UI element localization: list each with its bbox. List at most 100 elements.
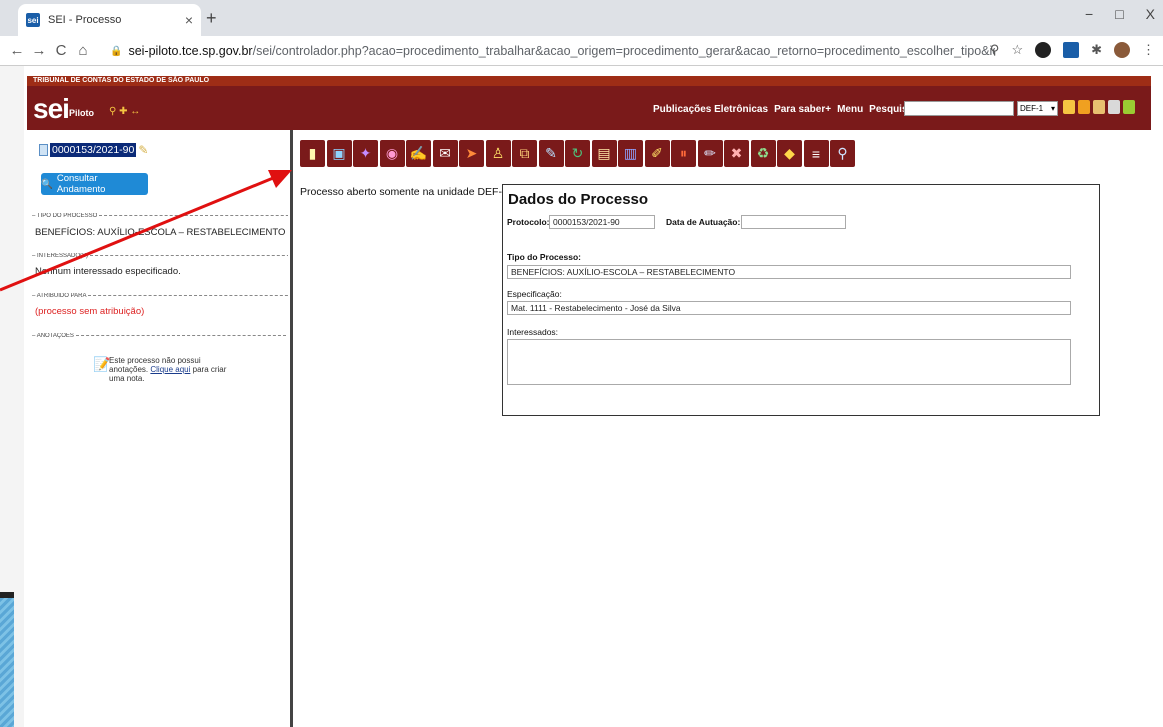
- tipo-processo-title: – TIPO DO PROCESSO: [32, 213, 288, 219]
- anotacoes-title: – ANOTAÇÕES: [32, 333, 288, 339]
- browser-tabstrip: sei SEI - Processo × + − □ X: [0, 0, 1163, 36]
- reload-button[interactable]: C: [50, 42, 72, 59]
- process-message: Processo aberto somente na unidade DEF-1…: [300, 186, 511, 198]
- extension-a-icon[interactable]: [1035, 42, 1052, 58]
- home-button[interactable]: ⌂: [72, 42, 94, 59]
- relations-icon[interactable]: ✦: [353, 140, 378, 167]
- close-window-button[interactable]: X: [1146, 6, 1155, 22]
- pencil-icon: ✎: [138, 143, 149, 157]
- url-host: sei-piloto.tce.sp.gov.br: [128, 44, 253, 58]
- annotate-icon[interactable]: ✐: [644, 140, 670, 167]
- especificacao-label: Especificação:: [507, 289, 562, 299]
- consultar-andamento-button[interactable]: 🔍 Consultar Andamento: [41, 173, 148, 195]
- trash-icon[interactable]: ♻: [750, 140, 776, 167]
- tab-title: SEI - Processo: [48, 14, 122, 26]
- header-icons: [1063, 100, 1135, 114]
- interessados-textarea[interactable]: [507, 339, 1071, 385]
- data-autuacao-label: Data de Autuação:: [666, 217, 741, 227]
- url-path: /sei/controlador.php?acao=procedimento_t…: [252, 44, 995, 58]
- user-icon[interactable]: [1093, 100, 1105, 114]
- desktop-decoration-stripes: [0, 598, 14, 727]
- dados-processo-panel: Dados do Processo Protocolo: 0000153/202…: [502, 184, 1100, 416]
- maximize-button[interactable]: □: [1115, 6, 1123, 22]
- new-tab-button[interactable]: +: [206, 8, 217, 29]
- especificacao-field[interactable]: Mat. 1111 - Restabelecimento - José da S…: [507, 301, 1071, 315]
- sign-icon[interactable]: ✍: [406, 140, 431, 167]
- sei-logo[interactable]: sei: [33, 93, 70, 125]
- duplicate-icon[interactable]: ⧉: [512, 140, 537, 167]
- window-controls: − □ X: [1085, 6, 1155, 22]
- new-document-icon[interactable]: ▮: [300, 140, 325, 167]
- edit-icon[interactable]: ✏: [697, 140, 723, 167]
- tools-icon[interactable]: [1108, 100, 1120, 114]
- lock-icon: 🔒: [110, 45, 123, 57]
- note-icon: 📝: [93, 356, 111, 372]
- interessados-label: Interessados:: [507, 327, 559, 337]
- profile-avatar[interactable]: [1114, 42, 1130, 58]
- tipo-processo-label: Tipo do Processo:: [507, 252, 581, 262]
- process-tree-node[interactable]: 0000153/2021-90 ✎: [39, 143, 148, 157]
- atribuido-title: – ATRIBUÍDO PARA: [32, 293, 288, 299]
- nav-para-saber[interactable]: Para saber+: [774, 104, 831, 115]
- org-name: TRIBUNAL DE CONTAS DO ESTADO DE SÃO PAUL…: [33, 77, 210, 84]
- data-autuacao-field[interactable]: [741, 215, 846, 229]
- extensions-puzzle-icon[interactable]: ✱: [1091, 42, 1102, 58]
- bookmark-star-icon[interactable]: ☆: [1011, 42, 1023, 58]
- atribuido-value[interactable]: (processo sem atribuição): [35, 306, 144, 317]
- browser-menu-icon[interactable]: ⋮: [1142, 42, 1155, 58]
- nav-menu[interactable]: Menu: [837, 104, 863, 115]
- interessados-title: – INTERESSADO(S): [32, 253, 288, 259]
- search-icon[interactable]: ⚲: [830, 140, 855, 167]
- forward-button[interactable]: →: [28, 42, 50, 59]
- nav-publicacoes[interactable]: Publicações Eletrônicas: [653, 104, 768, 115]
- zoom-icon[interactable]: ⚲: [990, 42, 1000, 58]
- dados-title: Dados do Processo: [508, 191, 649, 208]
- include-document-icon[interactable]: ▣: [326, 140, 352, 167]
- tipo-processo-value: BENEFÍCIOS: AUXÍLIO-ESCOLA – RESTABELECI…: [35, 227, 286, 238]
- view-icon[interactable]: ◉: [379, 140, 405, 167]
- notes-icon[interactable]: [1078, 100, 1090, 114]
- back-button[interactable]: ←: [6, 42, 28, 59]
- consultar-label: Consultar Andamento: [56, 173, 106, 195]
- minimize-button[interactable]: −: [1085, 6, 1093, 22]
- attach-icon[interactable]: ✎: [538, 140, 564, 167]
- search-icon: 🔍: [41, 178, 53, 190]
- address-bar: ← → C ⌂ 🔒 sei-piloto.tce.sp.gov.br /sei/…: [0, 36, 1163, 66]
- grid-icon[interactable]: [1063, 100, 1075, 114]
- cancel-icon[interactable]: ✖: [724, 140, 749, 167]
- refresh-icon[interactable]: ↻: [565, 140, 590, 167]
- tipo-processo-field[interactable]: BENEFÍCIOS: AUXÍLIO-ESCOLA – RESTABELECI…: [507, 265, 1071, 279]
- chevron-down-icon: ▾: [1050, 104, 1055, 113]
- send-process-icon[interactable]: ➤: [459, 140, 484, 167]
- top-nav: Publicações Eletrônicas Para saber+ Menu…: [653, 104, 913, 115]
- close-tab-icon[interactable]: ×: [185, 12, 193, 28]
- extension-icons: ⚲ ☆ ✱ ⋮: [990, 42, 1155, 58]
- suspend-icon[interactable]: ⏸: [671, 140, 696, 167]
- panel-divider[interactable]: [290, 130, 293, 727]
- environment-label: Piloto: [69, 108, 94, 118]
- search-input[interactable]: [904, 101, 1014, 116]
- browser-tab[interactable]: sei SEI - Processo ×: [18, 4, 201, 36]
- tag-icon[interactable]: ◆: [777, 140, 802, 167]
- assign-icon[interactable]: ♙: [485, 140, 511, 167]
- process-folder-icon: [39, 144, 48, 156]
- block-icon[interactable]: ▥: [618, 140, 643, 167]
- unit-select-value: DEF-1: [1020, 104, 1044, 113]
- url-input[interactable]: 🔒 sei-piloto.tce.sp.gov.br /sei/controla…: [110, 40, 995, 62]
- process-toolbar: ▮ ▣ ✦ ◉ ✍ ✉ ➤ ♙ ⧉ ✎ ↻ ▤ ▥ ✐ ⏸ ✏ ✖ ♻ ◆ ≡ ⚲: [300, 140, 855, 167]
- anotacoes-message: Este processo não possui anotações. Cliq…: [109, 356, 227, 383]
- sei-header: TRIBUNAL DE CONTAS DO ESTADO DE SÃO PAUL…: [27, 76, 1151, 130]
- process-tree-panel: 0000153/2021-90 ✎ 🔍 Consultar Andamento …: [27, 130, 290, 727]
- protocolo-field[interactable]: 0000153/2021-90: [549, 215, 655, 229]
- extension-sei-icon[interactable]: [1063, 42, 1080, 58]
- sei-favicon-icon: sei: [26, 13, 40, 27]
- create-note-link[interactable]: Clique aqui: [150, 365, 190, 374]
- exit-icon[interactable]: [1123, 100, 1135, 114]
- process-number[interactable]: 0000153/2021-90: [50, 143, 137, 157]
- list-icon[interactable]: ≡: [803, 140, 829, 167]
- interessados-value: Nenhum interessado especificado.: [35, 266, 181, 277]
- environment-icons: ⚲ ✚ ↔: [109, 106, 141, 117]
- unit-select[interactable]: DEF-1 ▾: [1017, 101, 1058, 116]
- send-email-icon[interactable]: ✉: [432, 140, 458, 167]
- file-icon[interactable]: ▤: [591, 140, 617, 167]
